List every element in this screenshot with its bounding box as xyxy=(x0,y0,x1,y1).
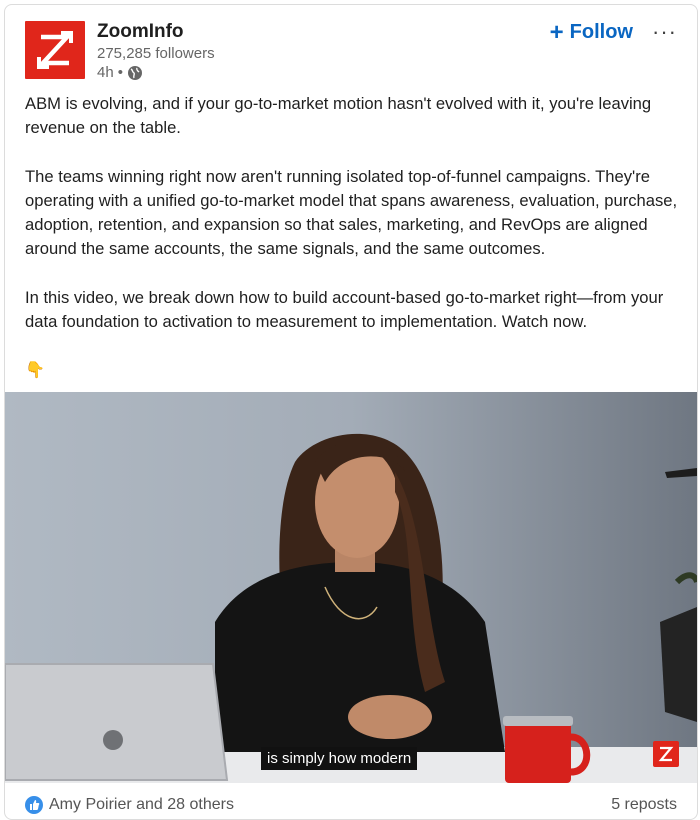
video-player[interactable]: is simply how modern xyxy=(5,392,697,783)
reactions-label: Amy Poirier and 28 others xyxy=(49,796,234,813)
plus-icon: + xyxy=(549,18,564,46)
post-time: 4h xyxy=(97,64,114,81)
post-header: ZoomInfo 275,285 followers 4h • + Follow… xyxy=(25,18,677,85)
like-reaction-icon xyxy=(25,796,43,814)
post-card: ZoomInfo 275,285 followers 4h • + Follow… xyxy=(4,4,698,820)
follow-button[interactable]: + Follow xyxy=(549,18,633,46)
more-options-button[interactable]: ··· xyxy=(652,19,677,45)
post-paragraph: In this video, we break down how to buil… xyxy=(25,287,664,332)
zoominfo-watermark-icon xyxy=(653,741,679,767)
company-name[interactable]: ZoomInfo xyxy=(97,21,184,43)
post-meta: 4h • xyxy=(97,64,143,81)
zoominfo-logo-icon xyxy=(37,31,73,69)
post-paragraph: ABM is evolving, and if your go-to-marke… xyxy=(25,94,652,138)
reposts-count[interactable]: 5 reposts xyxy=(611,796,677,814)
post-text: ABM is evolving, and if your go-to-marke… xyxy=(25,92,685,334)
video-frame-illustration xyxy=(5,392,697,783)
follower-count: 275,285 followers xyxy=(97,45,215,62)
meta-separator: • xyxy=(117,64,123,81)
pointing-down-emoji: 👇 xyxy=(25,362,45,379)
post-paragraph: The teams winning right now aren't runni… xyxy=(25,166,678,259)
reactions-summary[interactable]: Amy Poirier and 28 others xyxy=(25,796,234,814)
globe-icon xyxy=(127,65,142,80)
post-footer: Amy Poirier and 28 others 5 reposts xyxy=(5,783,697,819)
follow-label: Follow xyxy=(569,21,633,43)
video-caption: is simply how modern xyxy=(261,747,418,770)
company-logo[interactable] xyxy=(25,21,85,79)
